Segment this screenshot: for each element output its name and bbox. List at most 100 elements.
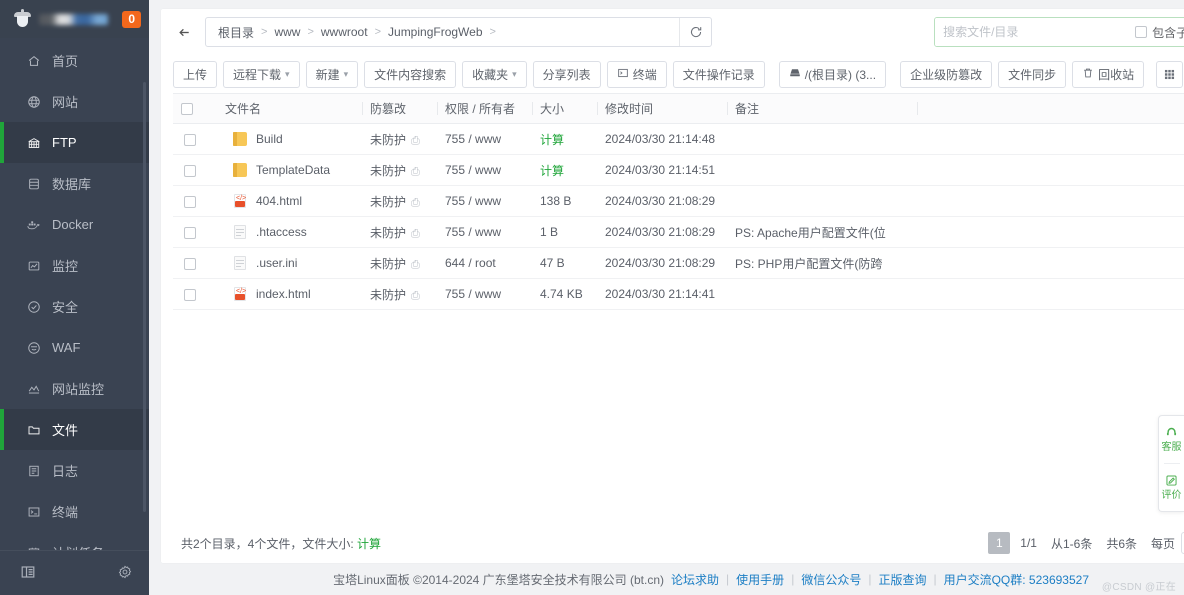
file-operation-log-button[interactable]: 文件操作记录 <box>673 61 765 88</box>
col-permission-owner[interactable]: 权限 / 所有者 <box>437 94 532 124</box>
sidebar-item-terminal[interactable]: 终端 <box>0 491 149 532</box>
tamper-status: 未防护 <box>370 226 406 240</box>
row-checkbox[interactable] <box>184 196 196 208</box>
page-1-button[interactable]: 1 <box>988 532 1010 554</box>
sidebar-item-home[interactable]: 首页 <box>0 40 149 81</box>
row-perm-cell[interactable]: 644 / root <box>437 248 532 279</box>
summary-text: 共2个目录，4个文件，文件大小: <box>181 537 354 551</box>
row-actions-cell[interactable] <box>917 124 1184 155</box>
new-button[interactable]: 新建▾ <box>306 61 359 88</box>
col-note[interactable]: 备注 <box>727 94 917 124</box>
file-name[interactable]: index.html <box>256 287 311 301</box>
col-size[interactable]: 大小 <box>532 94 597 124</box>
row-actions-cell[interactable] <box>917 155 1184 186</box>
content-search-button[interactable]: 文件内容搜索 <box>364 61 456 88</box>
include-subdir-toggle[interactable]: 包含子目录 <box>1135 24 1184 41</box>
sidebar-item-ftp[interactable]: FTP <box>0 122 149 163</box>
row-checkbox[interactable] <box>184 165 196 177</box>
favorites-button[interactable]: 收藏夹▾ <box>462 61 527 88</box>
sidebar-item-security[interactable]: 安全 <box>0 286 149 327</box>
row-actions-cell[interactable] <box>917 248 1184 279</box>
sidebar-nav: 首页 网站 FTP 数据库 Docker 监控 <box>0 38 149 550</box>
search-input[interactable] <box>935 18 1135 46</box>
share-list-button[interactable]: 分享列表 <box>533 61 601 88</box>
enterprise-antitamper-button[interactable]: 企业级防篡改 <box>900 61 992 88</box>
lock-icon[interactable]: ⎙ <box>411 290 420 302</box>
calc-size-link[interactable]: 计算 <box>540 164 564 178</box>
file-sync-button[interactable]: 文件同步 <box>998 61 1066 88</box>
row-actions-cell[interactable] <box>917 186 1184 217</box>
row-perm-cell[interactable]: 755 / www <box>437 155 532 186</box>
sidebar-item-files[interactable]: 文件 <box>0 409 149 450</box>
table-row[interactable]: Build 未防护⎙ 755 / www 计算 2024/03/30 21:14… <box>173 124 1184 155</box>
notification-badge[interactable]: 0 <box>122 11 141 28</box>
sidebar-item-logs[interactable]: 日志 <box>0 450 149 491</box>
sidebar-item-database[interactable]: 数据库 <box>0 163 149 204</box>
upload-button[interactable]: 上传 <box>173 61 217 88</box>
license-query-link[interactable]: 正版查询 <box>878 571 926 588</box>
sidebar-item-site-monitor[interactable]: 网站监控 <box>0 368 149 409</box>
search-box: 包含子目录 <box>934 17 1184 47</box>
lock-icon[interactable]: ⎙ <box>411 166 420 178</box>
sidebar-scrollbar[interactable] <box>143 82 146 512</box>
row-checkbox[interactable] <box>184 258 196 270</box>
breadcrumb-item-www[interactable]: www <box>274 25 300 39</box>
disk-selector-button[interactable]: /(根目录) (3... <box>779 61 886 88</box>
file-toolbar: 上传 远程下载▾ 新建▾ 文件内容搜索 收藏夹▾ 分享列表 终端 文件操作记录 … <box>161 55 1184 93</box>
table-row[interactable]: </> 404.html 未防护⎙ 755 / www 138 B 2024/0… <box>173 186 1184 217</box>
lock-icon[interactable]: ⎙ <box>411 228 420 240</box>
file-name[interactable]: .user.ini <box>256 256 297 270</box>
table-row[interactable]: TemplateData 未防护⎙ 755 / www 计算 2024/03/3… <box>173 155 1184 186</box>
terminal-button[interactable]: 终端 <box>607 61 667 88</box>
summary-calc-link[interactable]: 计算 <box>357 537 381 551</box>
grid-view-icon[interactable] <box>1156 61 1183 88</box>
select-all-checkbox[interactable] <box>181 103 193 115</box>
review-button[interactable]: 评价 <box>1159 470 1184 505</box>
refresh-icon[interactable] <box>679 18 711 46</box>
row-checkbox[interactable] <box>184 134 196 146</box>
customer-service-button[interactable]: 客服 <box>1159 422 1184 457</box>
row-perm-cell[interactable]: 755 / www <box>437 186 532 217</box>
file-name[interactable]: .htaccess <box>256 225 307 239</box>
calc-size-link[interactable]: 计算 <box>540 133 564 147</box>
recycle-bin-button[interactable]: 回收站 <box>1072 61 1144 88</box>
table-row[interactable]: .user.ini 未防护⎙ 644 / root 47 B 2024/03/3… <box>173 248 1184 279</box>
sidebar-item-docker[interactable]: Docker <box>0 204 149 245</box>
file-name[interactable]: Build <box>256 132 283 146</box>
sidebar-item-label: 监控 <box>52 256 78 275</box>
sidebar-item-monitor[interactable]: 监控 <box>0 245 149 286</box>
manual-link[interactable]: 使用手册 <box>736 571 784 588</box>
lock-icon[interactable]: ⎙ <box>411 259 420 271</box>
col-tamper[interactable]: 防篡改 <box>362 94 437 124</box>
row-actions-cell[interactable] <box>917 217 1184 248</box>
wechat-link[interactable]: 微信公众号 <box>801 571 861 588</box>
remote-download-button[interactable]: 远程下载▾ <box>223 61 300 88</box>
breadcrumb-item-root[interactable]: 根目录 <box>218 24 254 41</box>
table-row[interactable]: .htaccess 未防护⎙ 755 / www 1 B 2024/03/30 … <box>173 217 1184 248</box>
row-actions-cell[interactable] <box>917 279 1184 310</box>
row-perm-cell[interactable]: 755 / www <box>437 217 532 248</box>
sidebar-item-website[interactable]: 网站 <box>0 81 149 122</box>
row-perm-cell[interactable]: 755 / www <box>437 124 532 155</box>
lock-icon[interactable]: ⎙ <box>411 197 420 209</box>
sidebar-item-waf[interactable]: WAF <box>0 327 149 368</box>
row-checkbox[interactable] <box>184 289 196 301</box>
row-checkbox[interactable] <box>184 227 196 239</box>
forum-help-link[interactable]: 论坛求助 <box>671 571 719 588</box>
file-name[interactable]: TemplateData <box>256 163 330 177</box>
lock-icon[interactable]: ⎙ <box>411 135 420 147</box>
col-mtime[interactable]: 修改时间 <box>597 94 727 124</box>
qq-group-link[interactable]: 用户交流QQ群: 523693527 <box>944 571 1089 588</box>
file-name[interactable]: 404.html <box>256 194 302 208</box>
arrow-left-icon[interactable] <box>171 17 197 47</box>
row-note-cell <box>727 279 917 310</box>
breadcrumb-item-current[interactable]: JumpingFrogWeb <box>388 25 483 39</box>
col-filename[interactable]: 文件名 <box>207 94 362 124</box>
sidebar-item-cron[interactable]: 计划任务 <box>0 532 149 550</box>
settings-gear-icon[interactable] <box>118 565 132 582</box>
breadcrumb-item-wwwroot[interactable]: wwwroot <box>321 25 368 39</box>
row-perm-cell[interactable]: 755 / www <box>437 279 532 310</box>
table-row[interactable]: </> index.html 未防护⎙ 755 / www 4.74 KB 20… <box>173 279 1184 310</box>
collapse-sidebar-icon[interactable] <box>20 564 36 583</box>
include-subdir-checkbox[interactable] <box>1135 26 1147 38</box>
